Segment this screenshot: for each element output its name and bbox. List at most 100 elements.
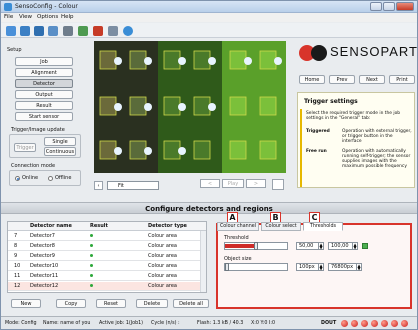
object-size-max-input[interactable]: 76800px ▲ ▼ xyxy=(328,263,362,271)
threshold-value-input[interactable]: 50,00 ▲ ▼ xyxy=(296,242,324,250)
delete-all-button[interactable]: Delete all xyxy=(173,299,209,308)
maximize-button[interactable] xyxy=(383,2,395,11)
reset-detector-button[interactable]: Reset xyxy=(96,299,126,308)
table-row-selected[interactable]: 12 Detector12 Colour area xyxy=(8,282,206,291)
spin-arrows-icon[interactable]: ▲ ▼ xyxy=(356,264,361,271)
menu-help[interactable]: Help xyxy=(61,14,74,20)
home-button[interactable]: Home xyxy=(299,75,325,84)
row-name: Detector12 xyxy=(30,283,59,289)
status-xy: X:0 Y:0 I:0 xyxy=(251,321,276,326)
row-name: Detector8 xyxy=(30,243,55,249)
single-button[interactable]: Single xyxy=(44,137,76,146)
image-options-button[interactable] xyxy=(272,179,284,190)
tab-thresholds[interactable]: Thresholds xyxy=(303,222,343,231)
object-size-slider[interactable] xyxy=(224,263,288,271)
prev-button[interactable]: Prev xyxy=(329,75,355,84)
record-icon[interactable] xyxy=(93,26,103,36)
menu-file[interactable]: File xyxy=(4,14,13,20)
table-scrollbar[interactable] xyxy=(200,231,206,292)
continuous-button[interactable]: Continuous xyxy=(44,147,76,156)
spin-arrows-icon[interactable]: ▲ ▼ xyxy=(318,264,323,271)
open-icon[interactable] xyxy=(20,26,30,36)
step-back-button[interactable]: < xyxy=(200,179,220,188)
table-row[interactable]: 10 Detector10 Colour area xyxy=(8,262,206,271)
start-sensor-button[interactable]: Start sensor xyxy=(15,112,73,121)
status-active-job: Active job: 1(Job1) xyxy=(99,321,144,326)
new-icon[interactable] xyxy=(6,26,16,36)
row-number: 8 xyxy=(14,243,18,249)
trigger-button[interactable]: Trigger xyxy=(14,143,36,152)
row-type: Colour area xyxy=(148,263,177,269)
help-term: Triggered xyxy=(306,129,330,134)
table-row[interactable]: 8 Detector8 Colour area xyxy=(8,242,206,251)
threshold-slider-fill xyxy=(225,244,256,248)
tab-colour-select[interactable]: Colour select xyxy=(261,222,301,231)
status-bar: Mode: Config Name: name of you Active jo… xyxy=(1,316,417,329)
save-icon[interactable] xyxy=(34,26,44,36)
row-name: Detector9 xyxy=(30,253,55,259)
sensor-icon[interactable] xyxy=(78,26,88,36)
online-label: Online xyxy=(22,175,39,181)
status-flash: Flash: 1.3 kB / 40.3 xyxy=(197,321,244,326)
row-type: Colour area xyxy=(148,283,177,289)
zoom-select[interactable]: Fit xyxy=(107,181,159,190)
alignment-button[interactable]: Alignment xyxy=(15,68,73,77)
threshold-max: 100,00 xyxy=(331,243,349,249)
help-title: Trigger settings xyxy=(304,98,358,105)
tab-colour-channel[interactable]: Colour channel xyxy=(217,222,259,231)
prev-image-button[interactable]: ‹ xyxy=(94,181,103,190)
help-term: Free run xyxy=(306,149,327,154)
new-detector-button[interactable]: New xyxy=(11,299,41,308)
menu-bar: File View Options Help xyxy=(1,13,417,22)
result-button[interactable]: Result xyxy=(15,101,73,110)
setup-label: Setup xyxy=(7,47,22,53)
offline-radio[interactable] xyxy=(48,176,53,181)
play-button[interactable]: Play xyxy=(222,179,244,188)
camera-icon[interactable] xyxy=(63,26,73,36)
spin-arrows-icon[interactable]: ▲ ▼ xyxy=(352,243,357,250)
print-button[interactable]: Print xyxy=(389,75,415,84)
threshold-slider-handle[interactable] xyxy=(254,242,258,250)
threshold-value: 50,00 xyxy=(299,243,314,249)
table-row[interactable]: 9 Detector9 Colour area xyxy=(8,252,206,261)
trigger-group: Trigger Single Continuous xyxy=(9,134,81,158)
app-icon xyxy=(4,3,12,11)
dout-led-icon xyxy=(401,320,408,327)
close-button[interactable] xyxy=(396,2,414,11)
output-button[interactable]: Output xyxy=(15,90,73,99)
status-cycle: Cycle (n/s) : xyxy=(151,321,180,326)
step-forward-button[interactable]: > xyxy=(246,179,266,188)
table-row[interactable]: 7 Detector7 Colour area xyxy=(8,232,206,241)
menu-view[interactable]: View xyxy=(19,14,32,20)
detector-button[interactable]: Detector xyxy=(15,79,73,88)
row-name: Detector10 xyxy=(30,263,59,269)
status-mode: Mode: Config xyxy=(5,321,37,326)
menu-options[interactable]: Options xyxy=(37,14,58,20)
settings-icon[interactable] xyxy=(108,26,118,36)
object-size-max: 76800px xyxy=(331,264,354,270)
object-size-slider-handle[interactable] xyxy=(225,263,229,271)
online-radio[interactable] xyxy=(15,176,20,181)
row-number: 12 xyxy=(14,283,21,289)
row-number: 11 xyxy=(14,273,21,279)
job-button[interactable]: Job xyxy=(15,57,73,66)
table-row[interactable]: 11 Detector11 Colour area xyxy=(8,272,206,281)
help-icon[interactable] xyxy=(123,26,133,36)
camera-image-svg xyxy=(94,41,286,173)
minimize-button[interactable] xyxy=(370,2,382,11)
main-window: SensoConfig - Colour File View Options H… xyxy=(0,0,418,330)
export-icon[interactable] xyxy=(48,26,58,36)
copy-detector-button[interactable]: Copy xyxy=(56,299,86,308)
camera-image[interactable] xyxy=(94,41,286,173)
next-button[interactable]: Next xyxy=(359,75,385,84)
threshold-max-input[interactable]: 100,00 ▲ ▼ xyxy=(328,242,358,250)
delete-detector-button[interactable]: Delete xyxy=(136,299,168,308)
title-bar: SensoConfig - Colour xyxy=(1,1,417,13)
dout-led-icon xyxy=(341,320,348,327)
spin-arrows-icon[interactable]: ▲ ▼ xyxy=(318,243,323,250)
object-size-min-input[interactable]: 100px ▲ ▼ xyxy=(296,263,324,271)
col-detector-type: Detector type xyxy=(148,223,187,229)
row-type: Colour area xyxy=(148,243,177,249)
row-type: Colour area xyxy=(148,253,177,259)
threshold-slider[interactable] xyxy=(224,242,288,250)
